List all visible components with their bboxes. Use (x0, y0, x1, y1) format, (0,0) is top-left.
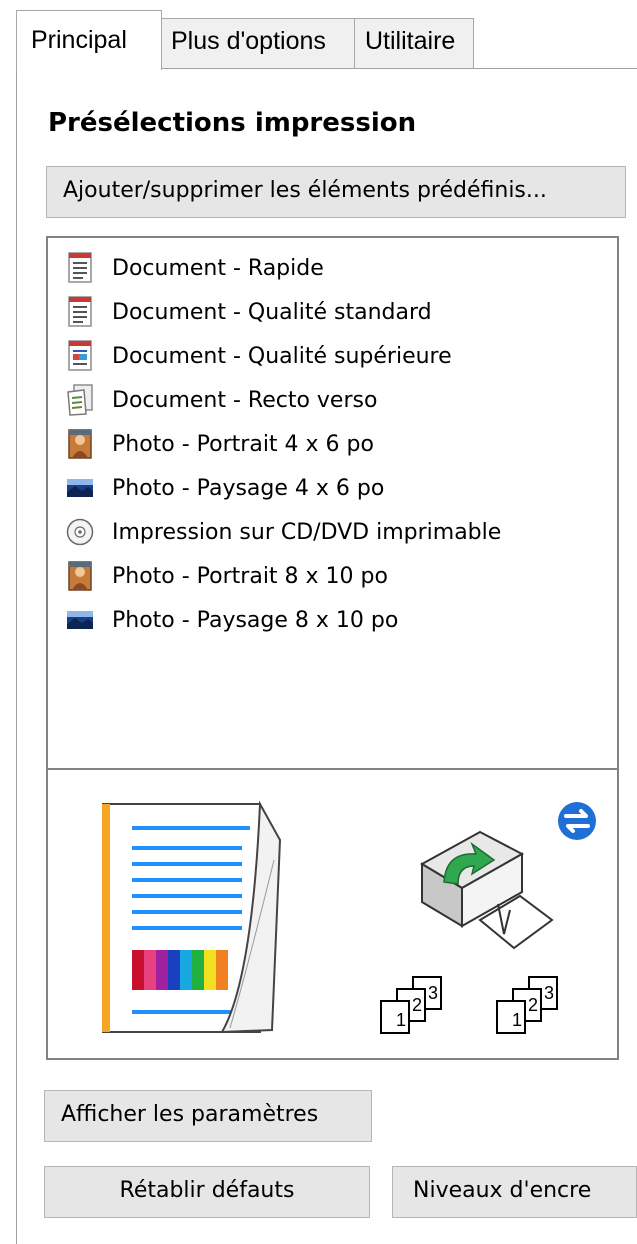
document-preview-icon (102, 800, 282, 1034)
cd-icon (66, 518, 94, 546)
presets-title: Présélections impression (48, 108, 417, 138)
page-border (16, 68, 17, 1244)
preset-label: Impression sur CD/DVD imprimable (112, 519, 502, 545)
document-color-icon (68, 340, 92, 371)
preset-label: Document - Recto verso (112, 387, 378, 413)
collate-page-1: 1 (496, 1000, 526, 1034)
preset-item-document-recto-verso[interactable]: Document - Recto verso (48, 378, 617, 422)
preset-label: Document - Qualité supérieure (112, 343, 452, 369)
photo-landscape-icon (67, 611, 93, 629)
ink-levels-button[interactable]: Niveaux d'encre (392, 1166, 637, 1218)
sync-icon[interactable] (556, 800, 598, 842)
preset-item-cd-dvd[interactable]: Impression sur CD/DVD imprimable (48, 510, 617, 554)
collate-icon: 3 2 1 (378, 976, 458, 1040)
tab-utilitaire[interactable]: Utilitaire (354, 18, 474, 68)
document-icon (68, 252, 92, 283)
preset-label: Photo - Paysage 4 x 6 po (112, 475, 385, 501)
document-duplex-icon (67, 384, 93, 416)
collate-page-1: 1 (380, 1000, 410, 1034)
presets-panel: Document - Rapide Document - Qualité sta… (46, 236, 619, 1060)
add-remove-presets-button[interactable]: Ajouter/supprimer les éléments prédéfini… (46, 166, 626, 218)
printer-duplex-icon (419, 830, 554, 950)
photo-portrait-icon (68, 561, 92, 591)
collate-icon: 3 2 1 (494, 976, 574, 1040)
print-settings-dialog: Plus d'options Utilitaire Principal Prés… (0, 0, 637, 1244)
button-label: Niveaux d'encre (413, 1178, 592, 1203)
preset-item-document-superieure[interactable]: Document - Qualité supérieure (48, 334, 617, 378)
document-icon (68, 296, 92, 327)
tab-label: Utilitaire (365, 27, 456, 55)
photo-landscape-icon (67, 479, 93, 497)
preset-item-document-standard[interactable]: Document - Qualité standard (48, 290, 617, 334)
preset-label: Photo - Portrait 8 x 10 po (112, 563, 388, 589)
tab-plus-options[interactable]: Plus d'options (160, 18, 356, 68)
button-label: Afficher les paramètres (61, 1102, 319, 1127)
preset-item-photo-paysage-4x6[interactable]: Photo - Paysage 4 x 6 po (48, 466, 617, 510)
preset-label: Document - Rapide (112, 255, 324, 281)
print-preview: 3 2 1 3 2 1 (48, 770, 617, 1058)
tab-principal[interactable]: Principal (16, 10, 162, 70)
restore-defaults-button[interactable]: Rétablir défauts (44, 1166, 370, 1218)
preset-item-photo-portrait-8x10[interactable]: Photo - Portrait 8 x 10 po (48, 554, 617, 598)
button-label: Ajouter/supprimer les éléments prédéfini… (63, 178, 547, 203)
tab-label: Plus d'options (171, 27, 326, 55)
preset-list[interactable]: Document - Rapide Document - Qualité sta… (48, 246, 617, 642)
preset-label: Document - Qualité standard (112, 299, 432, 325)
preset-item-photo-portrait-4x6[interactable]: Photo - Portrait 4 x 6 po (48, 422, 617, 466)
preset-label: Photo - Portrait 4 x 6 po (112, 431, 374, 457)
preset-label: Photo - Paysage 8 x 10 po (112, 607, 399, 633)
tab-label: Principal (31, 26, 127, 54)
button-label: Rétablir défauts (119, 1178, 295, 1203)
preset-item-document-rapide[interactable]: Document - Rapide (48, 246, 617, 290)
photo-portrait-icon (68, 429, 92, 459)
show-settings-button[interactable]: Afficher les paramètres (44, 1090, 372, 1142)
preset-item-photo-paysage-8x10[interactable]: Photo - Paysage 8 x 10 po (48, 598, 617, 642)
